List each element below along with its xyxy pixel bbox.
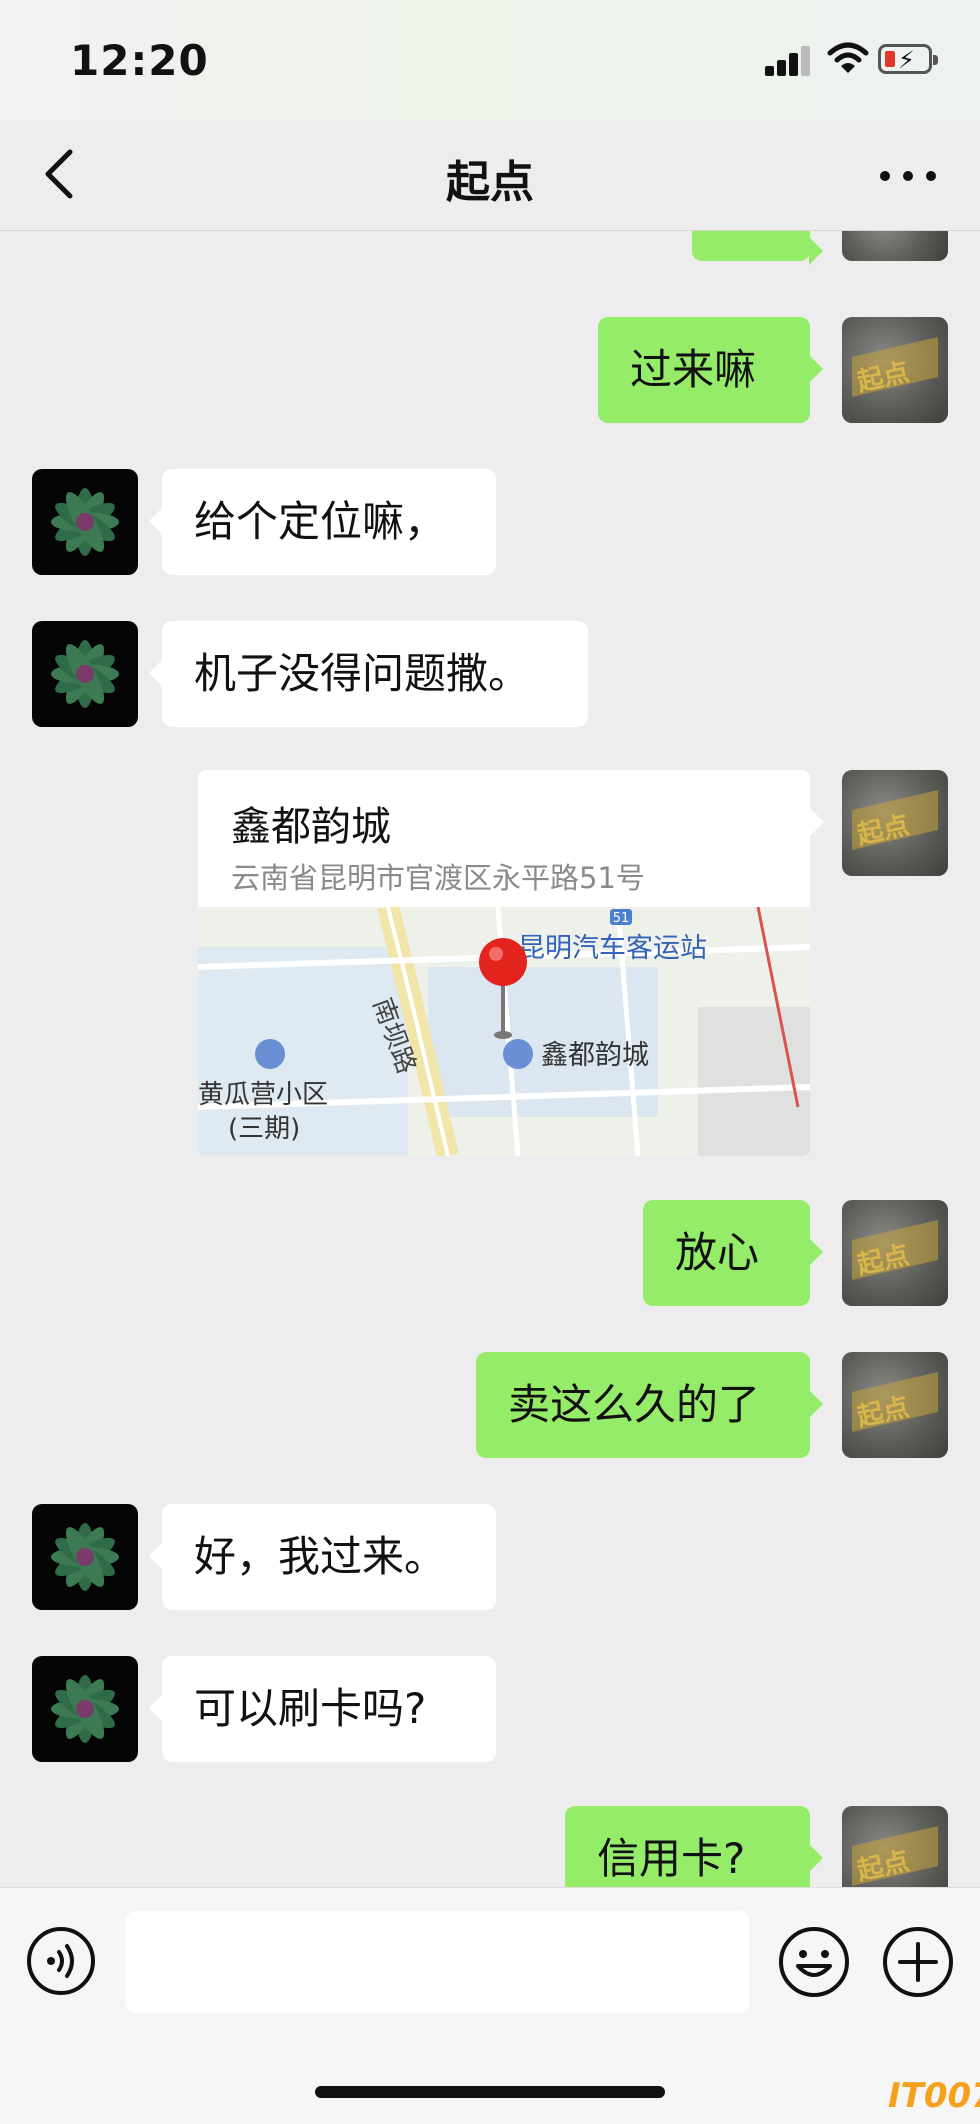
my-avatar[interactable] xyxy=(842,231,948,261)
friend-avatar[interactable] xyxy=(32,1504,138,1610)
status-bar: 12:20 ⚡ xyxy=(0,0,980,120)
my-avatar[interactable]: 起点 xyxy=(842,317,948,423)
voice-input-icon[interactable] xyxy=(26,1926,96,1996)
chat-title: 起点 xyxy=(446,157,534,208)
watermark-logo: IT007 xyxy=(888,2076,980,2116)
plus-icon[interactable] xyxy=(882,1926,954,1998)
road-number-label: 51 xyxy=(613,911,630,926)
location-card[interactable]: 鑫都韵城 云南省昆明市官渡区永平路51号 51 昆明汽车客运站 南坝路 鑫都韵城… xyxy=(198,770,810,1156)
my-avatar[interactable]: 起点 xyxy=(842,1200,948,1306)
more-options-icon[interactable] xyxy=(880,165,936,185)
message-list[interactable]: 过来嘛 起点 给个定位嘛， 机子没得问题撒。 鑫都韵城 云南省昆明市官渡区永平路… xyxy=(0,231,980,1887)
message-bubble[interactable]: 机子没得问题撒。 xyxy=(149,621,588,727)
signal-icon xyxy=(765,44,811,76)
map-pin-icon xyxy=(479,938,527,986)
battery-icon: ⚡ xyxy=(878,44,938,74)
map-label-community: 黄瓜营小区 xyxy=(198,1080,328,1110)
my-avatar[interactable]: 起点 xyxy=(842,1806,948,1887)
message-bubble[interactable]: 过来嘛 xyxy=(598,317,823,423)
message-input[interactable] xyxy=(126,1911,749,2013)
friend-avatar[interactable] xyxy=(32,1656,138,1762)
message-bubble[interactable]: 给个定位嘛， xyxy=(149,469,496,575)
my-avatar[interactable]: 起点 xyxy=(842,1352,948,1458)
status-time: 12:20 xyxy=(70,36,209,85)
message-bubble-partial[interactable] xyxy=(692,231,823,265)
location-map[interactable]: 51 昆明汽车客运站 南坝路 鑫都韵城 黄瓜营小区 (三期) xyxy=(198,907,810,1156)
location-address: 云南省昆明市官渡区永平路51号 xyxy=(231,861,645,895)
emoji-icon[interactable] xyxy=(778,1926,850,1998)
wifi-icon xyxy=(827,42,869,73)
message-bubble[interactable]: 放心 xyxy=(643,1200,823,1306)
home-indicator[interactable] xyxy=(315,2086,665,2098)
friend-avatar[interactable] xyxy=(32,621,138,727)
message-bubble[interactable]: 信用卡? xyxy=(565,1806,823,1887)
my-avatar[interactable]: 起点 xyxy=(842,770,948,876)
location-name: 鑫都韵城 xyxy=(231,804,391,850)
message-bubble[interactable]: 卖这么久的了 xyxy=(476,1352,823,1458)
message-bubble[interactable]: 可以刷卡吗? xyxy=(149,1656,496,1762)
message-bubble[interactable]: 好，我过来。 xyxy=(149,1504,496,1610)
friend-avatar[interactable] xyxy=(32,469,138,575)
map-label-station: 昆明汽车客运站 xyxy=(518,933,707,964)
chat-header: 起点 xyxy=(0,120,980,231)
map-label-place: 鑫都韵城 xyxy=(541,1040,649,1071)
map-label-community-sub: (三期) xyxy=(228,1114,300,1144)
